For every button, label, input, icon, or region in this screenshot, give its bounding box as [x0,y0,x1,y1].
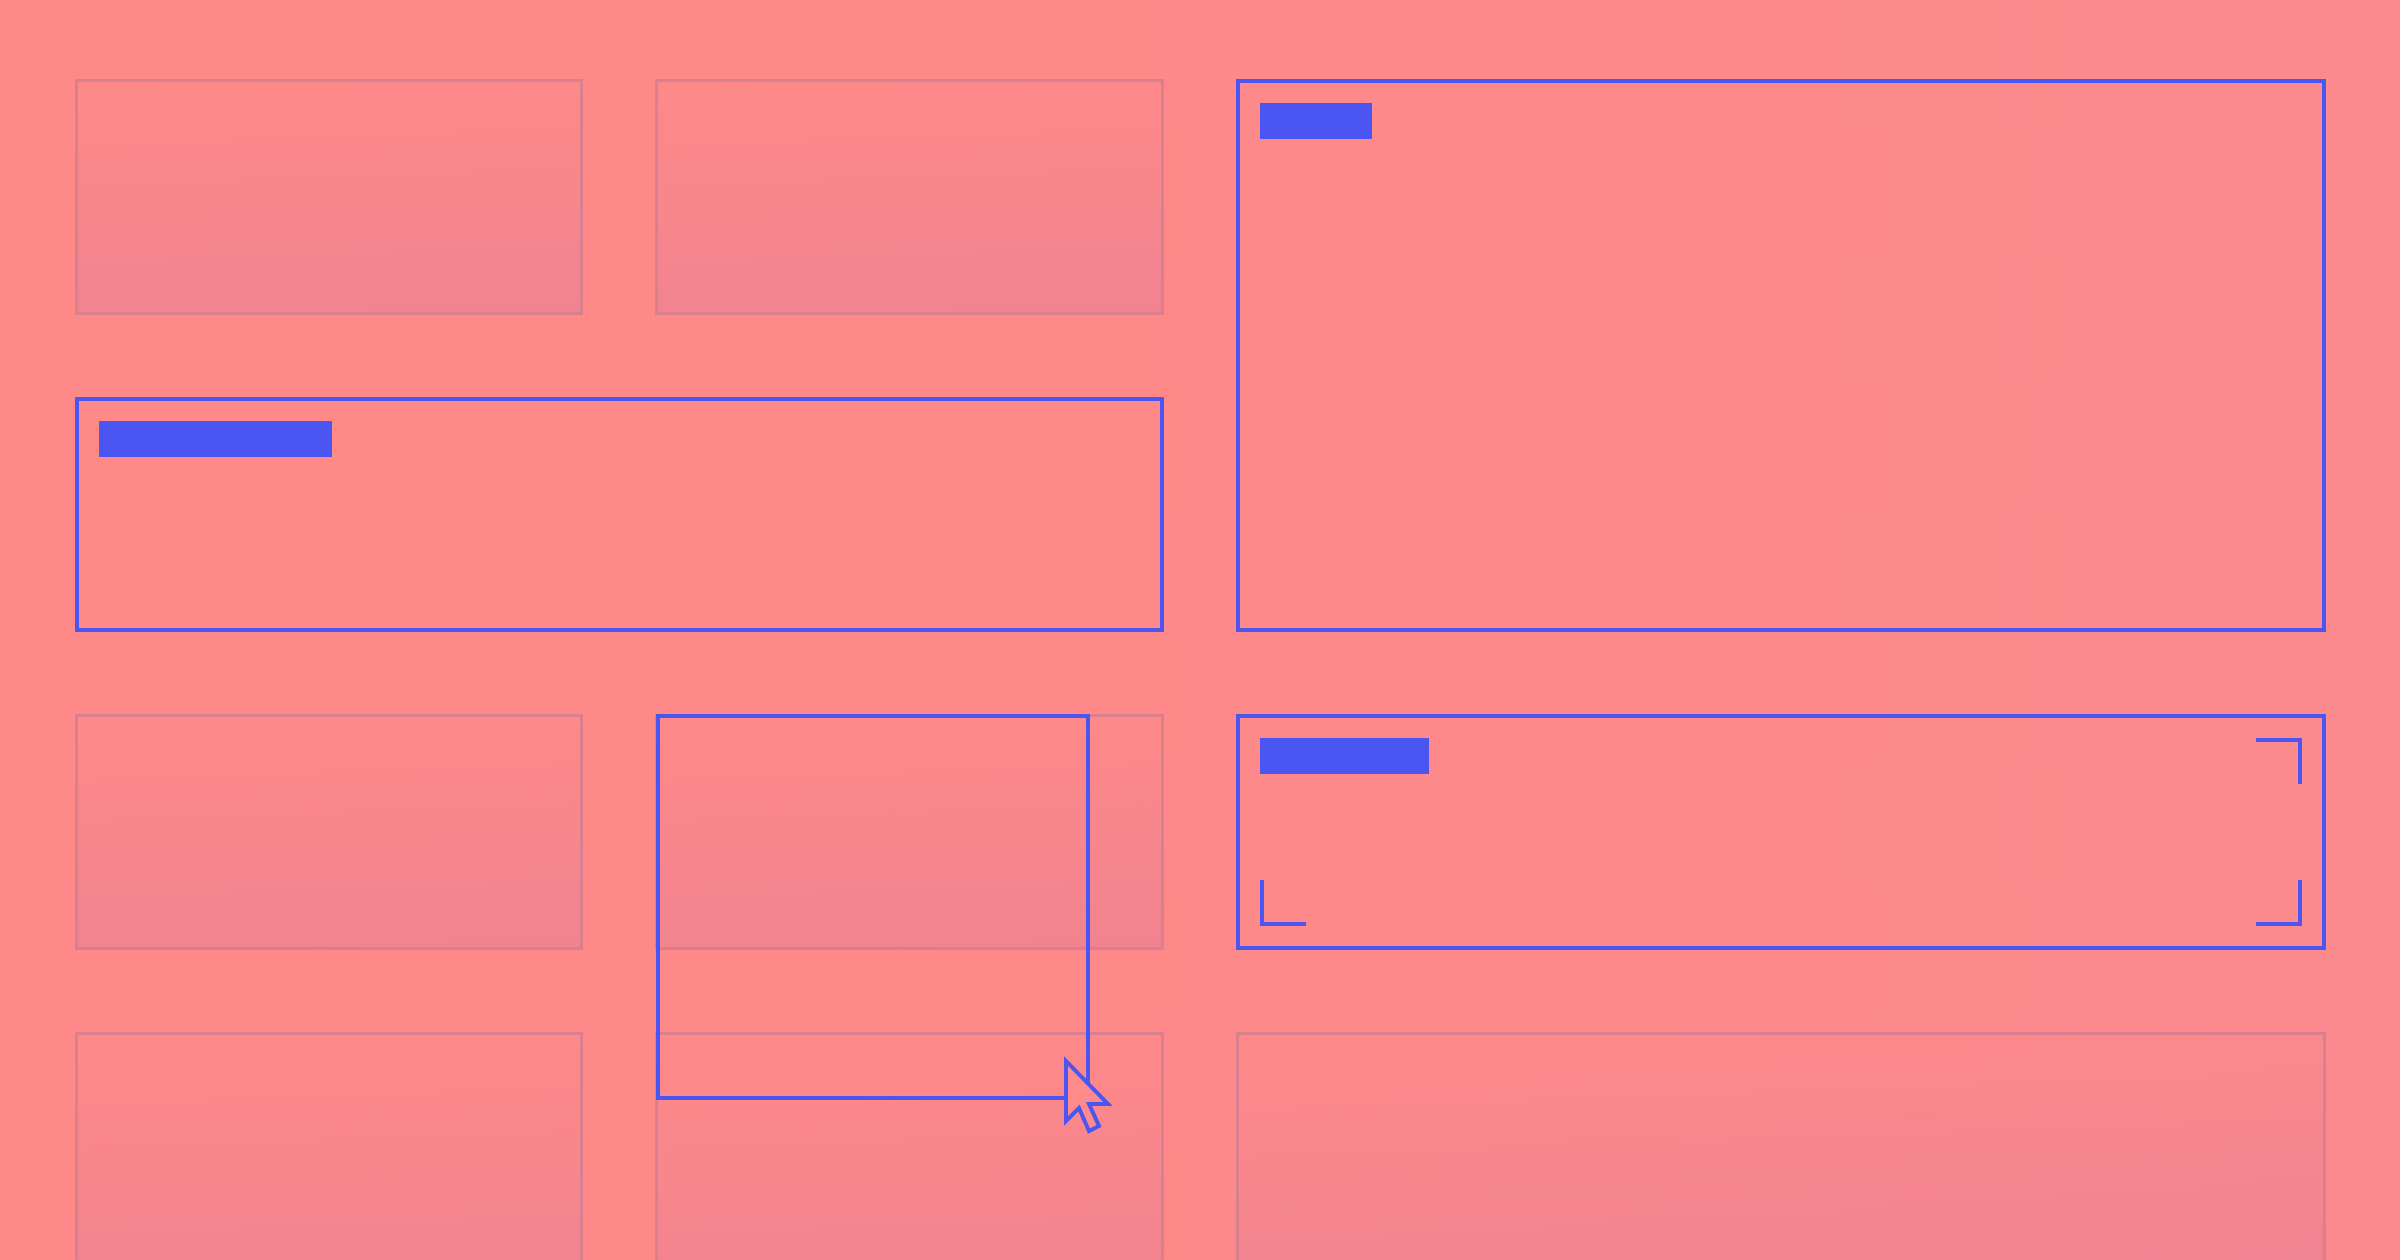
tile-title-bar [99,421,332,457]
tile-3[interactable] [1236,79,2326,632]
tile-title-bar [1260,738,1429,774]
corner-mark-bottom-left [1260,880,1306,926]
tile-5[interactable] [75,714,583,950]
tile-7[interactable] [1236,714,2326,950]
arrow-pointer-icon [1064,1056,1113,1134]
corner-mark-bottom-right [2256,880,2302,926]
tile-2[interactable] [655,79,1164,315]
tile-title-bar [1260,103,1372,139]
tile-8[interactable] [75,1032,583,1260]
corner-mark-top-right [2256,738,2302,784]
tile-4[interactable] [75,397,1164,632]
tile-1[interactable] [75,79,583,315]
tile-10[interactable] [1236,1032,2326,1260]
drag-selection-rectangle[interactable] [656,714,1090,1100]
dashboard-canvas [0,0,2400,1260]
